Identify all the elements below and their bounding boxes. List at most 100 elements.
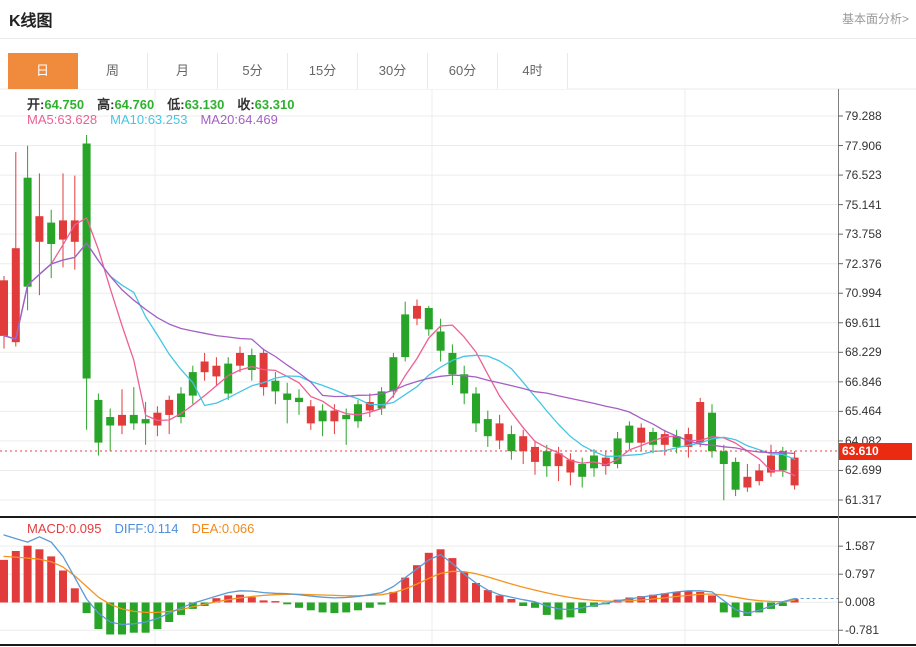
y-axis-label: 62.699 bbox=[845, 463, 882, 477]
macd-bar bbox=[142, 603, 150, 633]
candle-body bbox=[732, 462, 740, 490]
info-label: 高: bbox=[97, 97, 114, 112]
macd-histogram bbox=[0, 546, 799, 635]
ma-line-5 bbox=[4, 218, 795, 476]
candle-body bbox=[472, 394, 480, 424]
macd-bar bbox=[271, 601, 279, 602]
candle-body bbox=[271, 381, 279, 392]
info-pair: DIFF:0.114 bbox=[114, 521, 178, 536]
candle-body bbox=[47, 223, 55, 244]
macd-bar bbox=[71, 588, 79, 602]
macd-bar bbox=[448, 558, 456, 602]
candle-body bbox=[448, 353, 456, 374]
macd-bar bbox=[743, 603, 751, 617]
kline-app: K线图 基本面分析> 日周月5分15分30分60分4时 开:64.750高:64… bbox=[0, 0, 916, 647]
info-value: 63.628 bbox=[57, 112, 97, 127]
candle-body bbox=[460, 374, 468, 393]
info-label: 低: bbox=[167, 97, 184, 112]
candle-body bbox=[413, 306, 421, 319]
macd-bar bbox=[507, 599, 515, 603]
candle-body bbox=[307, 406, 315, 423]
tab-60min[interactable]: 60分 bbox=[428, 53, 498, 89]
y-axis-label: 0.797 bbox=[845, 567, 875, 581]
candle-body bbox=[720, 451, 728, 464]
tab-5min[interactable]: 5分 bbox=[218, 53, 288, 89]
macd-bar bbox=[330, 603, 338, 614]
tab-30min[interactable]: 30分 bbox=[358, 53, 428, 89]
macd-bar bbox=[378, 603, 386, 605]
candle-body bbox=[425, 308, 433, 329]
tab-day[interactable]: 日 bbox=[8, 53, 78, 89]
candle-body bbox=[543, 451, 551, 466]
info-label: MACD: bbox=[27, 521, 69, 536]
macd-bar bbox=[283, 603, 291, 605]
info-value: 63.253 bbox=[148, 112, 188, 127]
candle-body bbox=[354, 404, 362, 421]
info-pair: 高:64.760 bbox=[97, 97, 154, 112]
info-value: 63.310 bbox=[255, 97, 295, 112]
info-value: 64.469 bbox=[238, 112, 278, 127]
info-value: 64.760 bbox=[114, 97, 154, 112]
macd-info-row: MACD:0.095DIFF:0.114DEA:0.066 bbox=[27, 521, 267, 536]
candle-body bbox=[118, 415, 126, 426]
info-pair: MA20:64.469 bbox=[200, 112, 277, 127]
candle-body bbox=[0, 280, 8, 336]
candle-body bbox=[401, 314, 409, 357]
macd-bar bbox=[295, 603, 303, 608]
candle-body bbox=[83, 144, 91, 379]
info-label: MA5: bbox=[27, 112, 57, 127]
info-label: DIFF: bbox=[114, 521, 147, 536]
macd-bar bbox=[83, 603, 91, 614]
candle-body bbox=[637, 428, 645, 443]
y-axis-label: 69.611 bbox=[845, 316, 881, 330]
ohlc-info-row: 开:64.750 高:64.760 低:63.130 收:63.310 bbox=[27, 94, 307, 113]
info-label: 收: bbox=[237, 97, 254, 112]
tab-month[interactable]: 月 bbox=[148, 53, 218, 89]
y-axis-label: 77.906 bbox=[845, 139, 882, 153]
macd-bar bbox=[366, 603, 374, 608]
info-value: 63.130 bbox=[185, 97, 225, 112]
macd-bar bbox=[307, 603, 315, 611]
candle-body bbox=[437, 332, 445, 351]
tab-week[interactable]: 周 bbox=[78, 53, 148, 89]
y-axis-label: 72.376 bbox=[845, 257, 882, 271]
candle-body bbox=[283, 394, 291, 400]
y-axis-label: 73.758 bbox=[845, 227, 882, 241]
header-divider bbox=[0, 38, 916, 39]
y-axis-label: 79.288 bbox=[845, 109, 882, 123]
y-axis-label: 76.523 bbox=[845, 168, 882, 182]
ma-info-row: MA5:63.628 MA10:63.253 MA20:64.469 bbox=[27, 112, 291, 127]
candle-body bbox=[201, 362, 209, 373]
info-label: MA20: bbox=[200, 112, 238, 127]
tab-15min[interactable]: 15分 bbox=[288, 53, 358, 89]
candle-body bbox=[130, 415, 138, 424]
candle-body bbox=[35, 216, 43, 242]
y-axis-label: 70.994 bbox=[845, 286, 882, 300]
info-label: DEA: bbox=[192, 521, 222, 536]
fundamental-analysis-link[interactable]: 基本面分析> bbox=[842, 10, 909, 27]
macd-bar bbox=[696, 592, 704, 603]
candle-body bbox=[389, 357, 397, 391]
info-pair: MA10:63.253 bbox=[110, 112, 187, 127]
y-axis-label: 66.846 bbox=[845, 375, 882, 389]
macd-bar bbox=[708, 595, 716, 602]
candle-body bbox=[507, 434, 515, 451]
macd-bar bbox=[260, 600, 268, 602]
macd-bar bbox=[12, 551, 20, 603]
last-price-badge: 63.610 bbox=[839, 443, 912, 460]
info-pair: MA5:63.628 bbox=[27, 112, 97, 127]
info-value: 0.095 bbox=[69, 521, 102, 536]
macd-bar bbox=[106, 603, 114, 635]
macd-bar bbox=[59, 571, 67, 603]
info-value: 0.114 bbox=[147, 521, 179, 536]
candle-body bbox=[743, 477, 751, 488]
info-pair: 开:64.750 bbox=[27, 97, 84, 112]
candle-body bbox=[531, 447, 539, 462]
macd-bar bbox=[484, 590, 492, 602]
macd-bar bbox=[472, 583, 480, 603]
candle-body bbox=[295, 398, 303, 402]
candle-body bbox=[94, 400, 102, 443]
macd-bar bbox=[24, 546, 32, 603]
y-axis-label: 61.317 bbox=[845, 493, 882, 507]
tab-4hour[interactable]: 4时 bbox=[498, 53, 568, 89]
